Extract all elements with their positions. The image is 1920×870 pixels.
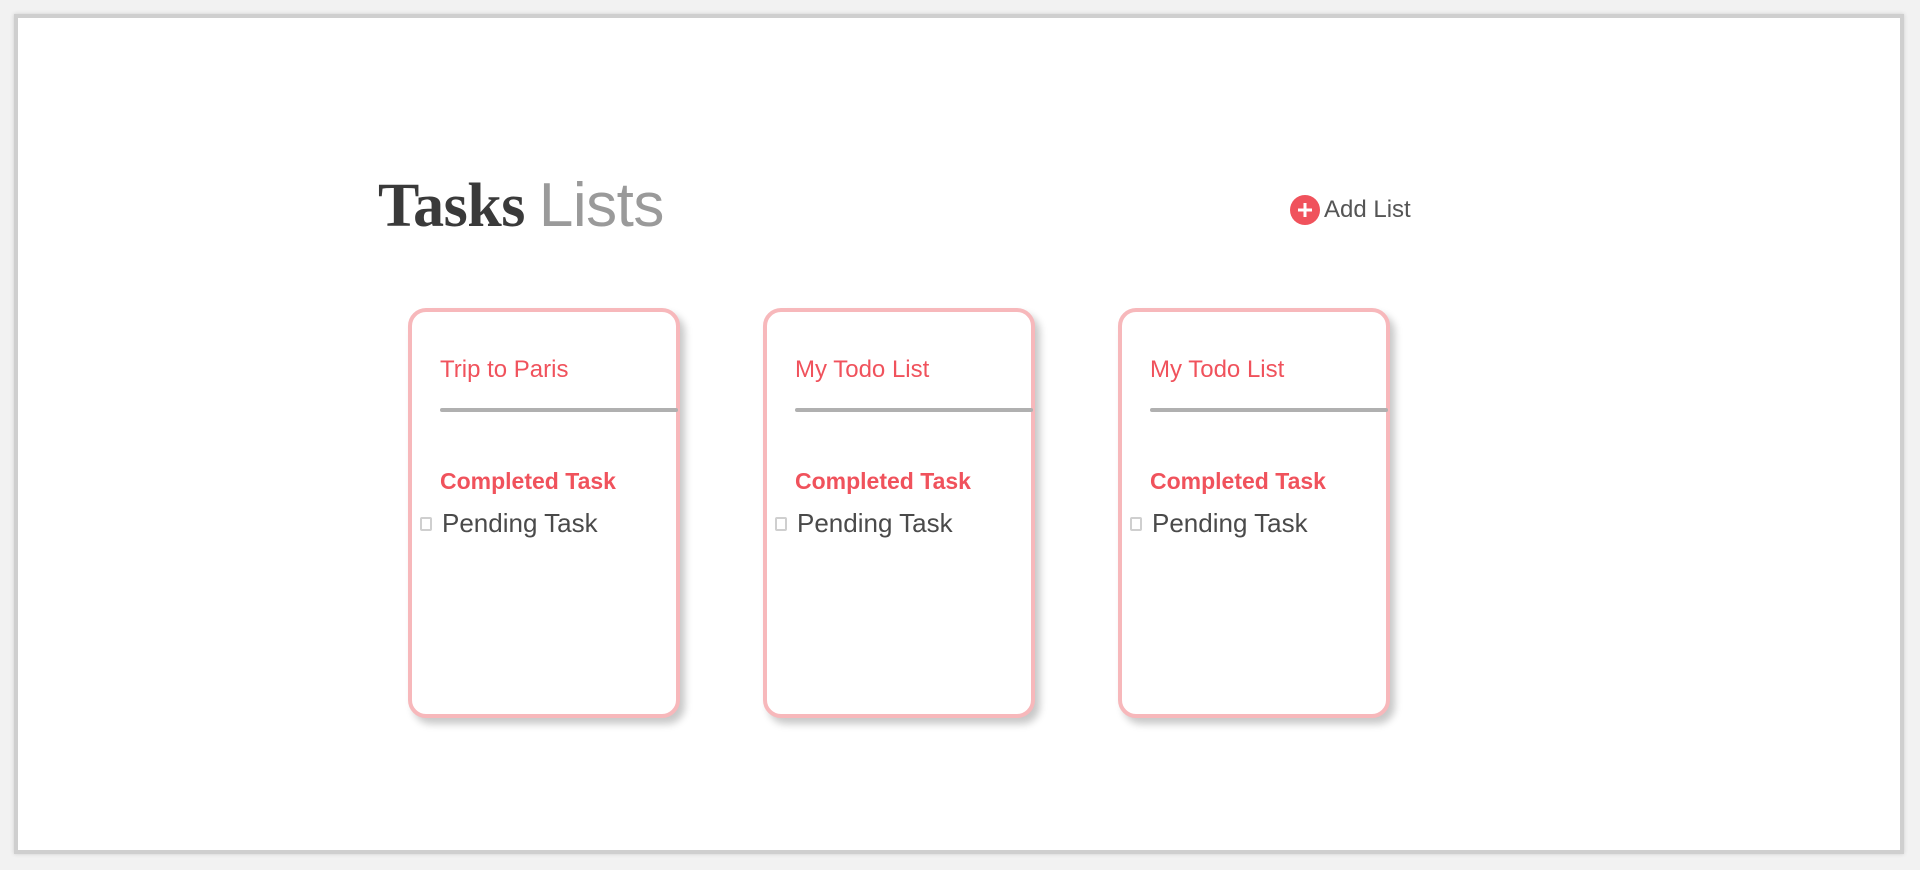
- add-list-button[interactable]: Add List: [1290, 194, 1411, 226]
- task-checkbox[interactable]: [775, 516, 787, 531]
- completed-task[interactable]: Completed Task: [440, 468, 616, 495]
- pending-task-label[interactable]: Pending Task: [797, 508, 953, 539]
- add-list-label[interactable]: Add List: [1324, 196, 1411, 224]
- task-list-divider: [1150, 408, 1388, 412]
- page-header: Tasks Lists Add List: [378, 166, 1448, 246]
- task-lists: Trip to Paris Completed Task Pending Tas…: [408, 308, 1408, 728]
- page-title: Tasks Lists: [378, 166, 664, 246]
- pending-task-label[interactable]: Pending Task: [442, 508, 598, 539]
- task-list-divider: [440, 408, 678, 412]
- task-list-card: My Todo List Completed Task Pending Task: [1118, 308, 1390, 718]
- pending-task-label[interactable]: Pending Task: [1152, 508, 1308, 539]
- browser-frame: Tasks Lists Add List Trip to Paris Comple…: [14, 14, 1904, 854]
- add-circle-icon[interactable]: [1290, 195, 1320, 225]
- page-title-strong: Tasks: [378, 172, 525, 240]
- task-list-title[interactable]: My Todo List: [795, 356, 929, 384]
- task-list-divider: [795, 408, 1033, 412]
- task-list-card: Trip to Paris Completed Task Pending Tas…: [408, 308, 680, 718]
- completed-task[interactable]: Completed Task: [1150, 468, 1326, 495]
- pending-task[interactable]: Pending Task: [420, 508, 598, 539]
- pending-task[interactable]: Pending Task: [775, 508, 953, 539]
- app-container: Tasks Lists Add List Trip to Paris Comple…: [18, 18, 1900, 850]
- pending-task[interactable]: Pending Task: [1130, 508, 1308, 539]
- task-list-title[interactable]: My Todo List: [1150, 356, 1284, 384]
- task-list-title[interactable]: Trip to Paris: [440, 356, 568, 384]
- task-checkbox[interactable]: [1130, 516, 1142, 531]
- page-title-light: Lists: [538, 171, 664, 240]
- task-checkbox[interactable]: [420, 516, 432, 531]
- completed-task[interactable]: Completed Task: [795, 468, 971, 495]
- task-list-card: My Todo List Completed Task Pending Task: [763, 308, 1035, 718]
